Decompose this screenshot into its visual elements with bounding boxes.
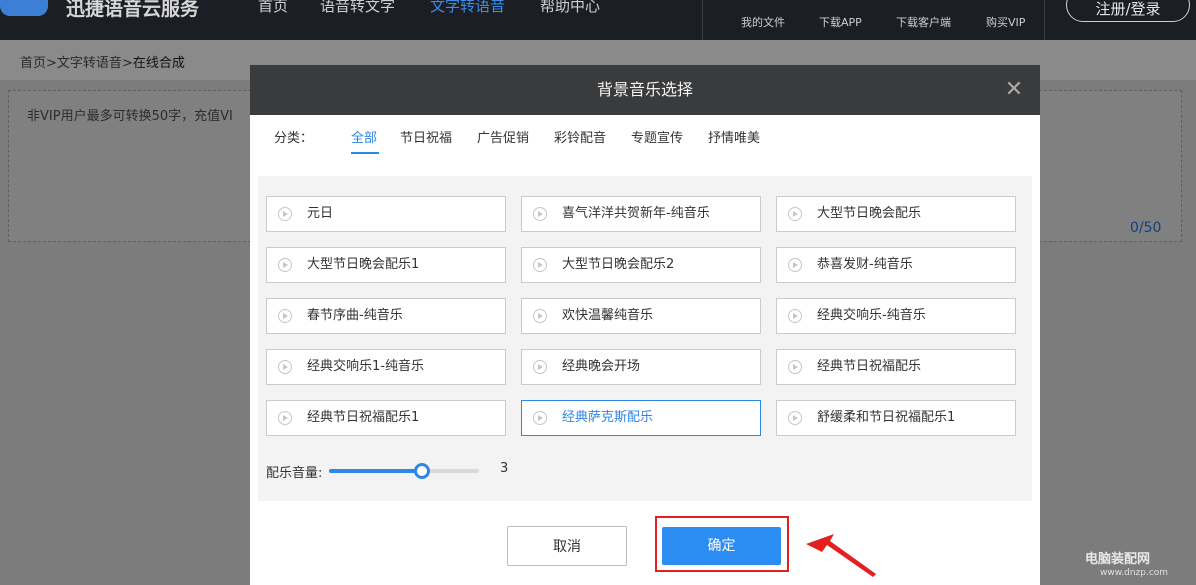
track-item[interactable]: 大型节日晚会配乐 [776, 196, 1016, 232]
track-item[interactable]: 大型节日晚会配乐1 [266, 247, 506, 283]
track-name: 经典晚会开场 [562, 359, 641, 374]
track-item[interactable]: 恭喜发财-纯音乐 [776, 247, 1016, 283]
breadcrumb-separator: > [121, 56, 133, 71]
category-tab-holiday[interactable]: 节日祝福 [400, 127, 452, 146]
category-tab-all[interactable]: 全部 [351, 127, 377, 146]
vip-limit-notice: 非VIP用户最多可转换50字，充值VI [27, 109, 233, 124]
breadcrumb-home[interactable]: 首页 [20, 56, 46, 71]
play-icon[interactable] [278, 207, 292, 221]
track-item[interactable]: 经典交响乐-纯音乐 [776, 298, 1016, 334]
track-name: 喜气洋洋共贺新年-纯音乐 [562, 206, 710, 221]
divider [1044, 0, 1045, 40]
track-item[interactable]: 经典交响乐1-纯音乐 [266, 349, 506, 385]
nav-speech-to-text[interactable]: 语音转文字 [320, 0, 395, 16]
brand-name: 迅捷语音云服务 [66, 0, 200, 20]
breadcrumb: 首页>文字转语音>在线合成 [20, 52, 185, 71]
top-navigation-bar: 迅捷语音云服务 首页 语音转文字 文字转语音 帮助中心 我的文件 下载APP 下… [0, 0, 1196, 40]
register-login-button[interactable]: 注册/登录 [1066, 0, 1190, 22]
red-arrow-icon [806, 534, 876, 577]
play-icon[interactable] [788, 411, 802, 425]
category-tab-special[interactable]: 专题宣传 [631, 127, 683, 146]
dialog-title: 背景音乐选择 [596, 80, 693, 99]
volume-slider-thumb[interactable] [414, 463, 430, 479]
nav-home[interactable]: 首页 [258, 0, 288, 16]
track-item[interactable]: 元日 [266, 196, 506, 232]
track-item[interactable]: 春节序曲-纯音乐 [266, 298, 506, 334]
close-icon[interactable]: ✕ [1002, 78, 1026, 102]
play-icon[interactable] [278, 360, 292, 374]
watermark-url: www.dnzp.com [1100, 568, 1169, 578]
track-name: 经典交响乐-纯音乐 [817, 308, 926, 323]
play-icon[interactable] [788, 360, 802, 374]
track-name: 经典萨克斯配乐 [562, 410, 654, 425]
track-name: 经典节日祝福配乐 [817, 359, 922, 374]
category-tab-ringtone[interactable]: 彩铃配音 [554, 127, 606, 146]
util-buy-vip[interactable]: 购买VIP [986, 14, 1025, 30]
volume-slider[interactable] [329, 463, 479, 479]
track-item[interactable]: 舒缓柔和节日祝福配乐1 [776, 400, 1016, 436]
category-label: 分类： [274, 131, 314, 146]
track-name: 经典节日祝福配乐1 [307, 410, 420, 425]
track-name: 元日 [307, 206, 334, 221]
play-icon[interactable] [533, 309, 547, 323]
watermark-text: 电脑装配网 [1085, 552, 1151, 567]
track-name: 大型节日晚会配乐2 [562, 257, 675, 272]
play-icon[interactable] [533, 411, 547, 425]
nav-help-center[interactable]: 帮助中心 [540, 0, 600, 16]
track-item[interactable]: 经典节日祝福配乐 [776, 349, 1016, 385]
active-tab-indicator [351, 152, 379, 154]
play-icon[interactable] [533, 360, 547, 374]
util-download-app[interactable]: 下载APP [819, 14, 862, 30]
play-icon[interactable] [788, 258, 802, 272]
category-tab-lyrical[interactable]: 抒情唯美 [708, 127, 760, 146]
track-item-selected[interactable]: 经典萨克斯配乐 [521, 400, 761, 436]
nav-text-to-speech[interactable]: 文字转语音 [430, 0, 505, 16]
track-item[interactable]: 经典晚会开场 [521, 349, 761, 385]
play-icon[interactable] [278, 258, 292, 272]
divider [702, 0, 703, 40]
track-item[interactable]: 经典节日祝福配乐1 [266, 400, 506, 436]
volume-label: 配乐音量: [266, 466, 323, 481]
cancel-button[interactable]: 取消 [507, 526, 627, 566]
track-name: 欢快温馨纯音乐 [562, 308, 654, 323]
play-icon[interactable] [278, 411, 292, 425]
play-icon[interactable] [533, 207, 547, 221]
util-download-client[interactable]: 下载客户端 [896, 14, 951, 30]
track-item[interactable]: 大型节日晚会配乐2 [521, 247, 761, 283]
breadcrumb-text-to-speech[interactable]: 文字转语音 [57, 56, 122, 71]
play-icon[interactable] [278, 309, 292, 323]
track-item[interactable]: 欢快温馨纯音乐 [521, 298, 761, 334]
play-icon[interactable] [788, 309, 802, 323]
track-name: 春节序曲-纯音乐 [307, 308, 403, 323]
track-name: 大型节日晚会配乐1 [307, 257, 420, 272]
char-counter: 0/50 [1130, 220, 1162, 236]
breadcrumb-separator: > [46, 56, 57, 71]
category-tab-promo[interactable]: 广告促销 [477, 127, 529, 146]
volume-value: 3 [500, 461, 509, 476]
breadcrumb-current: 在线合成 [132, 56, 185, 71]
track-name: 舒缓柔和节日祝福配乐1 [817, 410, 956, 425]
confirm-button[interactable]: 确定 [662, 527, 781, 565]
track-name: 恭喜发财-纯音乐 [817, 257, 913, 272]
util-my-files[interactable]: 我的文件 [741, 14, 785, 30]
track-list-panel: 元日 喜气洋洋共贺新年-纯音乐 大型节日晚会配乐 大型节日晚会配乐1 大型节日晚… [258, 176, 1032, 501]
track-name: 大型节日晚会配乐 [817, 206, 922, 221]
play-icon[interactable] [533, 258, 547, 272]
volume-slider-fill [329, 469, 422, 473]
bgm-select-dialog: 背景音乐选择 ✕ 分类： 全部 节日祝福 广告促销 彩铃配音 专题宣传 抒情唯美… [250, 65, 1040, 585]
logo-icon [0, 0, 48, 16]
track-name: 经典交响乐1-纯音乐 [307, 359, 424, 374]
play-icon[interactable] [788, 207, 802, 221]
track-item[interactable]: 喜气洋洋共贺新年-纯音乐 [521, 196, 761, 232]
